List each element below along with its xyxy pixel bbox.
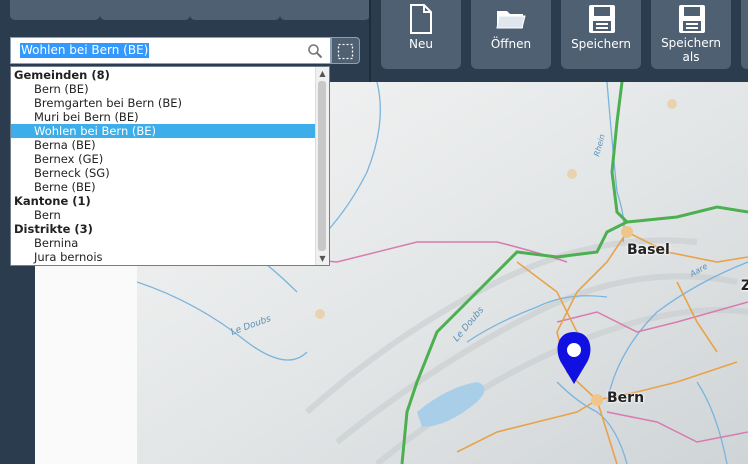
scroll-down-icon[interactable]: ▼	[316, 252, 329, 265]
result-item[interactable]: Jura bernois	[11, 250, 316, 264]
result-item[interactable]: Berneck (SG)	[11, 166, 316, 180]
search-input[interactable]: Wohlen bei Bern (BE)	[10, 37, 331, 64]
town-marker	[567, 169, 577, 179]
save-button[interactable]: Speichern	[561, 0, 641, 69]
result-item[interactable]: Wohlen bei Bern (BE)	[11, 124, 316, 138]
result-item[interactable]: Berna (BE)	[11, 138, 316, 152]
save-as-button[interactable]: Speichern als	[651, 0, 731, 69]
save-as-button-label: Speichern als	[661, 36, 721, 64]
result-item[interactable]: Berne (BE)	[11, 180, 316, 194]
new-button-label: Neu	[409, 37, 433, 51]
search-results-dropdown[interactable]: Gemeinden (8) Bern (BE) Bremgarten bei Ber…	[10, 66, 330, 266]
toolbar-button-3[interactable]	[190, 0, 280, 20]
search-icon[interactable]	[307, 43, 323, 59]
result-item[interactable]: Bernina	[11, 236, 316, 250]
folder-open-icon	[496, 11, 526, 29]
town-marker	[667, 99, 677, 109]
toolbar-button-1[interactable]	[10, 0, 100, 20]
scroll-up-icon[interactable]: ▲	[316, 67, 329, 80]
new-document-icon	[410, 4, 432, 34]
map-label-z: Z	[741, 278, 748, 294]
toolbar-button-2[interactable]	[100, 0, 190, 20]
map-label-bern: Bern	[607, 390, 645, 406]
scrollbar-thumb[interactable]	[318, 81, 326, 251]
basel-town	[621, 226, 633, 238]
result-item[interactable]: Bern (BE)	[11, 82, 316, 96]
result-group-heading: Distrikte (3)	[14, 222, 93, 236]
selection-box-icon	[337, 43, 354, 60]
bern-town	[591, 394, 603, 406]
save-icon	[589, 5, 615, 33]
dropdown-scrollbar[interactable]: ▲ ▼	[315, 67, 329, 265]
result-group-heading: Gemeinden (8)	[14, 68, 110, 82]
result-item[interactable]: Bernex (GE)	[11, 152, 316, 166]
save-as-icon	[679, 5, 705, 33]
search-input-value: Wohlen bei Bern (BE)	[20, 43, 150, 58]
toolbar-separator	[369, 0, 371, 82]
result-group-heading: Kantone (1)	[14, 194, 91, 208]
toolbar-button-overflow[interactable]	[741, 0, 748, 69]
results-list: Gemeinden (8) Bern (BE) Bremgarten bei Ber…	[11, 68, 316, 264]
map-label-basel: Basel	[627, 242, 670, 258]
result-item[interactable]: Bremgarten bei Bern (BE)	[11, 96, 316, 110]
result-item[interactable]: Bern	[11, 208, 316, 222]
town-marker	[315, 309, 325, 319]
save-button-label: Speichern	[571, 37, 631, 51]
new-button[interactable]: Neu	[381, 0, 461, 69]
result-item[interactable]: Muri bei Bern (BE)	[11, 110, 316, 124]
open-button-label: Öffnen	[490, 37, 532, 51]
open-button[interactable]: Öffnen	[471, 0, 551, 69]
toolbar-button-4[interactable]	[280, 0, 370, 20]
select-area-button[interactable]	[331, 37, 360, 64]
